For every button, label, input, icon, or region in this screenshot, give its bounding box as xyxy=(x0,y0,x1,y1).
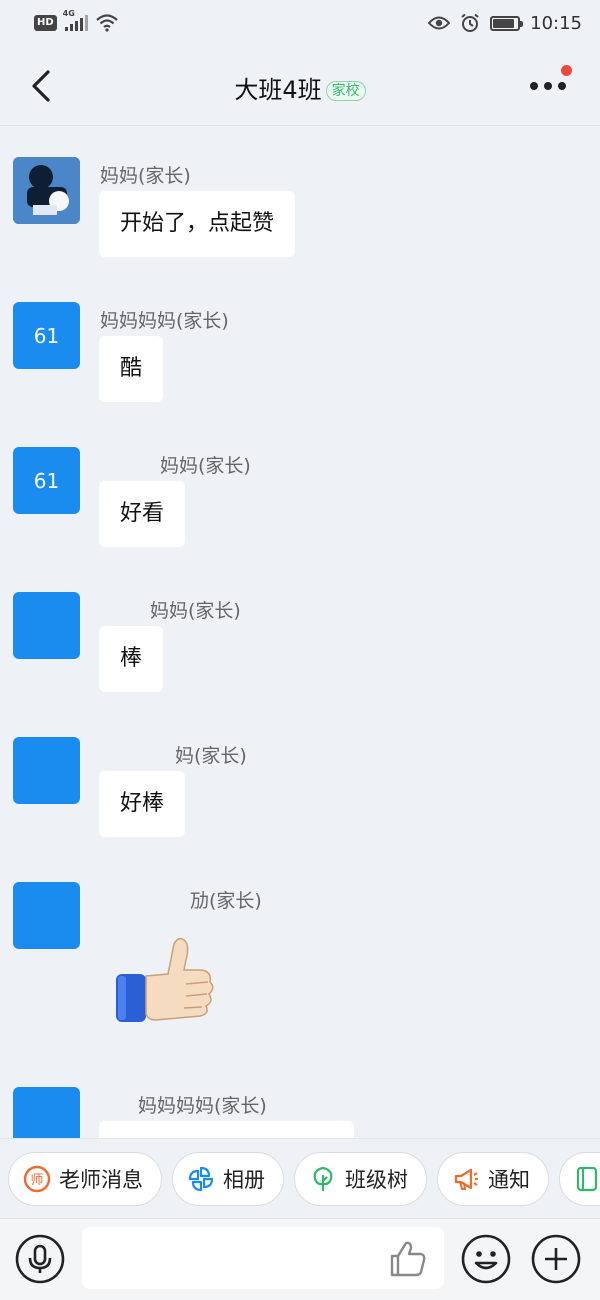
quick-action-bar: 师 老师消息 相册 班级树 通知 xyxy=(0,1138,600,1218)
hd-badge: HD xyxy=(34,15,57,31)
sender-name: 妈妈(家长) xyxy=(100,165,191,187)
like-icon[interactable] xyxy=(388,1239,428,1279)
class-tree-button[interactable]: 班级树 xyxy=(294,1151,427,1206)
sender-name: 妈(家长) xyxy=(175,745,247,767)
message-bubble[interactable]: 开始了，点起赞 xyxy=(99,191,296,257)
avatar[interactable] xyxy=(13,737,80,804)
more-button[interactable] xyxy=(530,65,574,100)
avatar[interactable] xyxy=(13,1087,80,1138)
chip-label: 相册 xyxy=(223,1167,265,1192)
sender-name: 劢(家长) xyxy=(190,890,262,912)
nav-bar: 大班4班 家校 xyxy=(0,46,600,126)
teacher-icon: 师 xyxy=(23,1165,51,1192)
emoji-button[interactable] xyxy=(460,1233,512,1285)
chip-label: 班级树 xyxy=(345,1167,408,1192)
group-type-tag: 家校 xyxy=(325,81,366,101)
notice-button[interactable]: 通知 xyxy=(437,1151,549,1206)
megaphone-icon xyxy=(454,1168,478,1190)
sender-name: 妈妈(家长) xyxy=(150,600,241,622)
voice-input-button[interactable] xyxy=(14,1233,66,1285)
homework-button[interactable] xyxy=(559,1151,600,1206)
sender-name: 妈妈妈妈(家长) xyxy=(138,1095,267,1117)
avatar[interactable] xyxy=(13,882,80,949)
wifi-icon xyxy=(95,14,118,32)
clock: 10:15 xyxy=(530,12,582,34)
tree-icon xyxy=(313,1166,333,1191)
add-button[interactable] xyxy=(530,1233,582,1285)
avatar[interactable] xyxy=(13,592,80,659)
battery-icon xyxy=(490,15,524,31)
sender-name: 妈妈妈妈(家长) xyxy=(100,310,229,332)
svg-text:师: 师 xyxy=(30,1173,43,1188)
eye-icon xyxy=(428,16,451,30)
notebook-icon xyxy=(576,1166,598,1191)
group-name: 大班4班 xyxy=(234,76,322,104)
alarm-icon xyxy=(461,13,479,32)
album-icon xyxy=(188,1166,214,1191)
message-bubble[interactable]: 好棒 xyxy=(99,771,186,837)
notification-dot xyxy=(561,65,572,76)
input-bar xyxy=(0,1218,600,1300)
chip-label: 老师消息 xyxy=(59,1167,143,1192)
status-bar: HD 4G 10:15 xyxy=(0,0,600,46)
chip-label: 通知 xyxy=(488,1167,530,1192)
avatar[interactable]: 61 xyxy=(13,302,80,369)
album-button[interactable]: 相册 xyxy=(172,1151,284,1206)
message-bubble[interactable]: 棒 xyxy=(99,626,164,692)
teacher-messages-button[interactable]: 师 老师消息 xyxy=(8,1151,162,1206)
message-bubble[interactable]: 好看 xyxy=(99,481,186,547)
avatar-photo xyxy=(13,157,80,224)
message-bubble[interactable]: 酷 xyxy=(99,336,164,402)
sender-name: 妈妈(家长) xyxy=(160,455,251,477)
thumbs-up-emoji[interactable] xyxy=(110,932,220,1032)
page-title: 大班4班 家校 xyxy=(0,70,600,105)
chat-list[interactable]: 妈妈(家长) 开始了，点起赞 61 妈妈妈妈(家长) 酷 61 妈妈(家长) 好… xyxy=(0,127,600,1138)
avatar[interactable]: 61 xyxy=(13,447,80,514)
message-bubble[interactable] xyxy=(99,1121,354,1138)
signal-icon: 4G xyxy=(63,9,88,31)
more-dots-icon xyxy=(530,82,566,90)
avatar[interactable] xyxy=(13,157,80,224)
